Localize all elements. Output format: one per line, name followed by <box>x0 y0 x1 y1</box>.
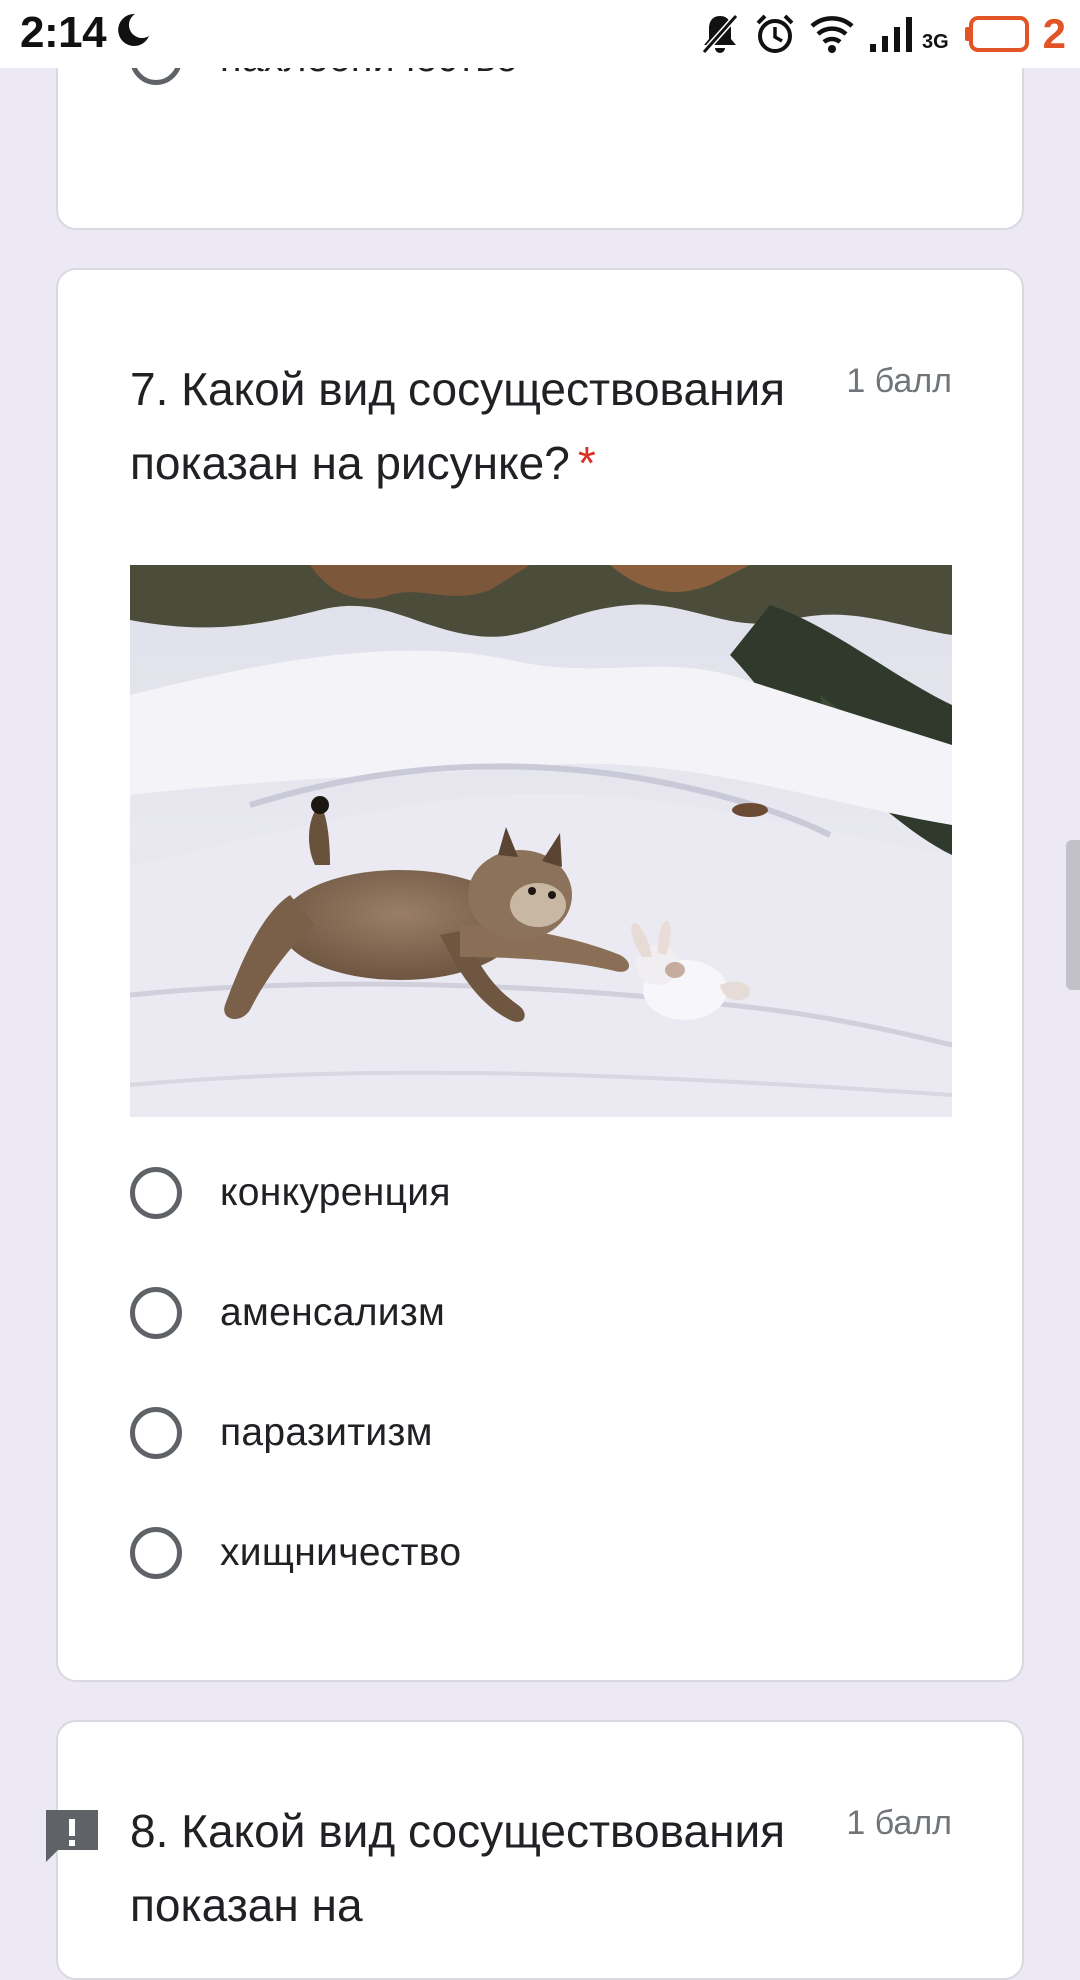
battery-level-text: 2 <box>1042 10 1066 57</box>
question-8-points: 1 балл <box>846 1804 952 1842</box>
option-label: паразитизм <box>220 1411 433 1454</box>
required-asterisk: * <box>577 437 596 489</box>
scrollbar-thumb[interactable] <box>1066 840 1080 990</box>
option-konkurentsiya[interactable]: конкуренция <box>130 1160 451 1226</box>
radio-button[interactable] <box>130 1167 182 1219</box>
wifi-icon <box>810 16 854 53</box>
option-parazitizm[interactable]: паразитизм <box>130 1400 433 1466</box>
radio-button[interactable] <box>130 1527 182 1579</box>
battery-icon <box>964 16 1029 52</box>
lynx-hare-photo <box>130 565 952 1117</box>
option-label: конкуренция <box>220 1171 451 1214</box>
question-7-card: 7. Какой вид сосуществования показан на … <box>56 268 1024 1682</box>
question-7-points: 1 балл <box>846 362 952 400</box>
option-label: аменсализм <box>220 1291 446 1334</box>
radio-button[interactable] <box>130 1407 182 1459</box>
signal-icon <box>869 17 912 52</box>
moon-icon <box>118 13 149 46</box>
radio-button[interactable] <box>130 1287 182 1339</box>
status-bar: 2:14 3G 2 <box>0 0 1080 68</box>
report-issue-icon[interactable] <box>42 1806 102 1866</box>
question-8-card: 8. Какой вид сосуществования показан на … <box>56 1720 1024 1980</box>
bell-off-icon <box>701 14 739 54</box>
network-type-label: 3G <box>921 31 949 53</box>
alarm-icon <box>756 14 794 53</box>
question-7-title: 7. Какой вид сосуществования показан на … <box>130 352 820 500</box>
option-label: хищничество <box>220 1531 462 1574</box>
question-7-title-text: 7. Какой вид сосуществования показан на … <box>130 363 786 489</box>
option-khishchnichestvo[interactable]: хищничество <box>130 1520 461 1586</box>
status-time: 2:14 <box>20 8 107 57</box>
option-amensalizm[interactable]: аменсализм <box>130 1280 445 1346</box>
